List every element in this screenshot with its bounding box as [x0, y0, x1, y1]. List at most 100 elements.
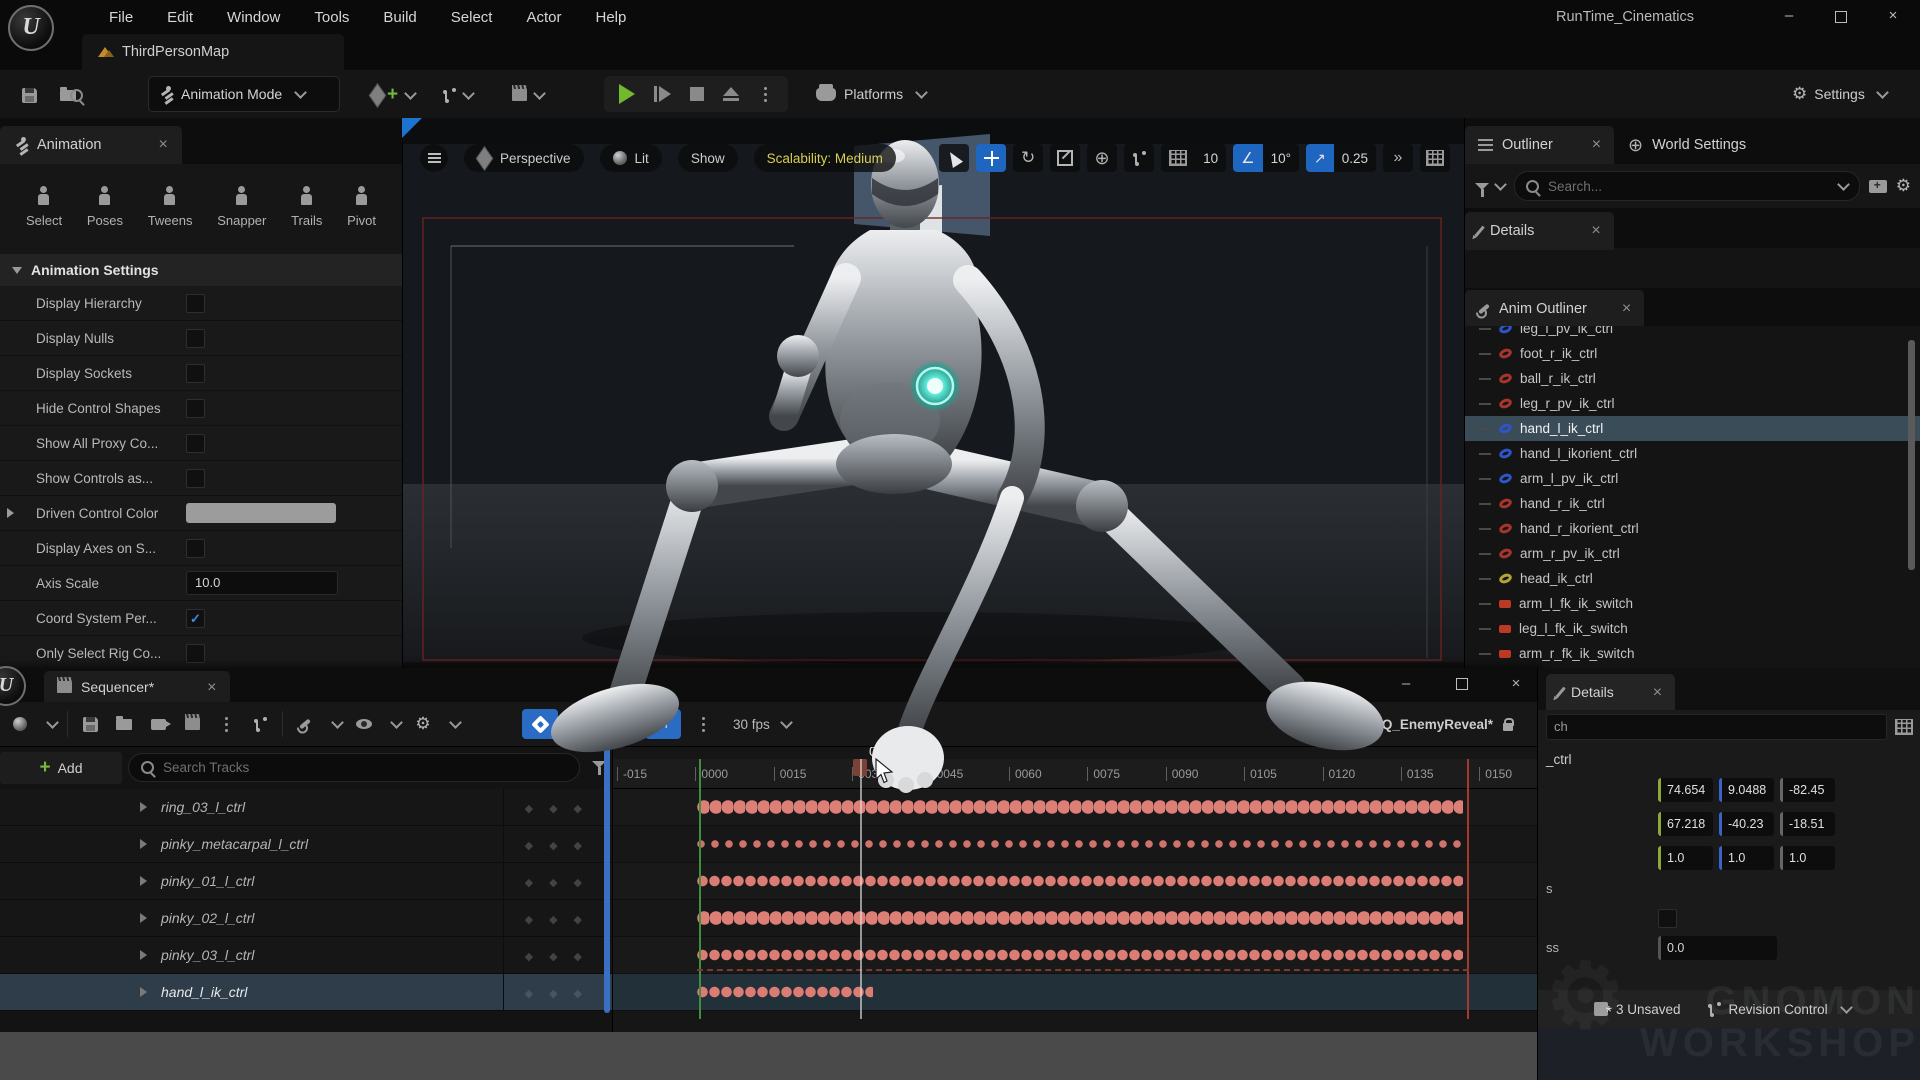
play-button[interactable]: [619, 84, 635, 104]
tab-details[interactable]: Details: [1465, 212, 1614, 250]
sequencer-timeline[interactable]: -015000000150030004500600075009001050120…: [613, 747, 1543, 1033]
fps-dropdown[interactable]: 30 fps: [733, 717, 791, 732]
next-key-icon[interactable]: [574, 947, 582, 963]
play-options-menu[interactable]: [764, 93, 767, 96]
save-button[interactable]: [14, 82, 44, 108]
prev-key-icon[interactable]: [525, 799, 533, 815]
menu-item[interactable]: Build: [366, 9, 433, 26]
control-list-item[interactable]: arm_l_fk_ik_switch: [1465, 591, 1920, 616]
menu-item[interactable]: Tools: [297, 9, 366, 26]
animation-tool-button[interactable]: Tweens: [148, 186, 193, 228]
snap-options-menu[interactable]: [691, 712, 715, 736]
control-list-item[interactable]: arm_r_fk_ik_switch: [1465, 641, 1920, 666]
viewport-options-menu[interactable]: [420, 144, 448, 172]
close-icon[interactable]: [158, 137, 167, 153]
scale-snap-control[interactable]: 0.25: [1306, 144, 1376, 172]
platforms-dropdown[interactable]: Platforms: [816, 78, 926, 110]
animation-tool-button[interactable]: Snapper: [217, 186, 266, 228]
track-row[interactable]: pinky_02_l_ctrl: [0, 900, 612, 937]
camera-button[interactable]: [146, 712, 170, 736]
expand-arrow-icon[interactable]: [140, 913, 147, 923]
setting-checkbox[interactable]: [186, 294, 205, 313]
settings-dropdown[interactable]: Settings: [1792, 78, 1887, 110]
add-actor-button[interactable]: +: [370, 80, 415, 110]
eject-button[interactable]: [723, 87, 739, 101]
add-track-button[interactable]: +Add: [0, 752, 122, 784]
track-row[interactable]: ring_03_l_ctrl: [0, 789, 612, 826]
location-value[interactable]: -82.45: [1780, 778, 1835, 802]
close-icon[interactable]: [1653, 684, 1662, 700]
setting-checkbox[interactable]: [186, 644, 205, 663]
keyframe-lane[interactable]: [613, 789, 1543, 826]
control-list-item[interactable]: ball_r_ik_ctrl: [1465, 366, 1920, 391]
add-key-icon[interactable]: [549, 947, 557, 963]
next-key-icon[interactable]: [574, 836, 582, 852]
expand-arrow-icon[interactable]: [7, 508, 14, 518]
scale-value[interactable]: 1.0: [1780, 846, 1835, 870]
expand-arrow-icon[interactable]: [140, 802, 147, 812]
prev-key-icon[interactable]: [525, 910, 533, 926]
maximize-button[interactable]: [1826, 6, 1856, 28]
prev-key-icon[interactable]: [525, 873, 533, 889]
show-dropdown[interactable]: Show: [678, 144, 738, 172]
add-key-icon[interactable]: [549, 910, 557, 926]
menu-item[interactable]: Actor: [509, 9, 578, 26]
close-icon[interactable]: [1592, 137, 1601, 153]
tab-thirdpersonmap[interactable]: ThirdPersonMap: [82, 34, 344, 70]
location-value[interactable]: 74.654: [1658, 778, 1713, 802]
setting-checkbox[interactable]: [186, 399, 205, 418]
grid-snap-control[interactable]: 10: [1161, 144, 1226, 172]
control-list-item[interactable]: hand_l_ikorient_ctrl: [1465, 441, 1920, 466]
animation-tool-button[interactable]: Select: [26, 186, 62, 228]
anim-outliner-scrollbar[interactable]: [1908, 340, 1915, 570]
snap-button[interactable]: [645, 709, 681, 739]
perspective-dropdown[interactable]: Perspective: [464, 144, 584, 172]
surface-snap-button[interactable]: [1124, 144, 1154, 172]
control-list-item[interactable]: foot_r_ik_ctrl: [1465, 341, 1920, 366]
editor-mode-select[interactable]: Animation Mode: [148, 76, 340, 112]
add-key-icon[interactable]: [549, 799, 557, 815]
scalability-dropdown[interactable]: Scalability: Medium: [754, 144, 896, 172]
scale-tool-button[interactable]: [1050, 144, 1080, 172]
rotation-value[interactable]: -40.23: [1719, 812, 1774, 836]
close-icon[interactable]: [1591, 223, 1600, 239]
save-sequence-button[interactable]: [78, 712, 102, 736]
chevron-down-icon[interactable]: [1494, 178, 1507, 191]
tools-button[interactable]: [293, 712, 317, 736]
next-key-icon[interactable]: [574, 910, 582, 926]
close-icon[interactable]: [1622, 301, 1631, 317]
close-button[interactable]: ×: [1499, 673, 1533, 697]
track-scrollbar[interactable]: [604, 747, 610, 1013]
track-search-input[interactable]: Search Tracks: [128, 753, 580, 782]
control-list-item[interactable]: head_ik_ctrl: [1465, 566, 1920, 591]
camera-speed-more-button[interactable]: [1383, 144, 1413, 172]
animation-tool-button[interactable]: Pivot: [347, 186, 376, 228]
unsaved-indicator[interactable]: 3 Unsaved: [1594, 1002, 1681, 1017]
viewport-layout-button[interactable]: [1420, 144, 1450, 172]
setting-checkbox[interactable]: [186, 469, 205, 488]
animation-tool-button[interactable]: Trails: [291, 186, 322, 228]
next-key-icon[interactable]: [574, 873, 582, 889]
menu-item[interactable]: Select: [434, 9, 510, 26]
keyframe-lane[interactable]: [613, 863, 1543, 900]
rotation-value[interactable]: 67.218: [1658, 812, 1713, 836]
auto-key-button[interactable]: [522, 709, 558, 739]
tab-sequencer[interactable]: Sequencer*: [44, 671, 230, 702]
prev-key-icon[interactable]: [525, 984, 533, 1000]
filter-icon[interactable]: [1475, 183, 1489, 190]
new-folder-icon[interactable]: [1869, 180, 1887, 193]
sequencer-horizontal-scrollbar[interactable]: [0, 1032, 1543, 1080]
tab-outliner[interactable]: Outliner: [1465, 126, 1614, 164]
next-key-icon[interactable]: [574, 799, 582, 815]
add-key-icon[interactable]: [549, 836, 557, 852]
next-key-icon[interactable]: [574, 984, 582, 1000]
unreal-logo-icon[interactable]: U: [8, 5, 54, 51]
tab-details-bottom[interactable]: Details: [1546, 674, 1675, 710]
skip-button[interactable]: [654, 86, 671, 102]
menu-item[interactable]: Edit: [150, 9, 210, 26]
cinematics-button[interactable]: [512, 80, 544, 110]
animation-settings-header[interactable]: Animation Settings: [0, 254, 402, 286]
keyframe-lane[interactable]: [613, 900, 1543, 937]
prev-key-icon[interactable]: [525, 947, 533, 963]
minimize-button[interactable]: –: [1389, 673, 1423, 697]
